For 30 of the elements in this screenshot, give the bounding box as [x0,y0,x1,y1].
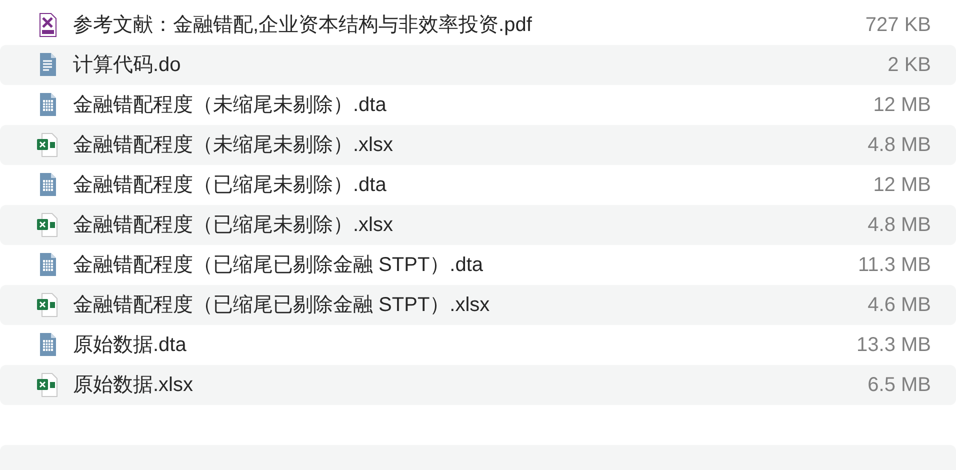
file-name[interactable]: 金融错配程度（已缩尾已剔除金融 STPT）.dta [73,250,484,280]
file-name[interactable]: 参考文献：金融错配,企业资本结构与非效率投资.pdf [73,10,532,40]
excel-file-icon [37,373,59,397]
spreadsheet-file-icon [39,93,57,117]
file-size: 6.5 MB [868,373,931,398]
file-size: 11.3 MB [858,253,931,278]
spreadsheet-file-icon [39,333,57,357]
file-name[interactable]: 金融错配程度（未缩尾未剔除）.xlsx [73,130,393,160]
file-size: 12 MB [873,173,931,198]
excel-file-icon [37,213,59,237]
excel-file-icon [37,133,59,157]
text-file-icon [39,53,57,77]
file-name[interactable]: 金融错配程度（已缩尾未剔除）.xlsx [73,210,393,240]
pdf-file-icon [39,13,57,37]
file-size: 2 KB [888,53,931,78]
file-name[interactable]: 计算代码.do [73,50,181,80]
spreadsheet-file-icon [39,173,57,197]
file-size: 727 KB [865,13,931,38]
file-size: 12 MB [873,93,931,118]
file-size: 13.3 MB [856,333,931,358]
file-name[interactable]: 原始数据.dta [73,330,186,360]
file-size: 4.6 MB [868,293,931,318]
file-name[interactable]: 金融错配程度（已缩尾已剔除金融 STPT）.xlsx [73,290,490,320]
file-name[interactable]: 原始数据.xlsx [73,370,193,400]
file-size: 4.8 MB [868,133,931,158]
excel-file-icon [37,293,59,317]
file-name[interactable]: 金融错配程度（未缩尾未剔除）.dta [73,90,386,120]
file-name[interactable]: 金融错配程度（已缩尾未剔除）.dta [73,170,386,200]
file-size: 4.8 MB [868,213,931,238]
spreadsheet-file-icon [39,253,57,277]
